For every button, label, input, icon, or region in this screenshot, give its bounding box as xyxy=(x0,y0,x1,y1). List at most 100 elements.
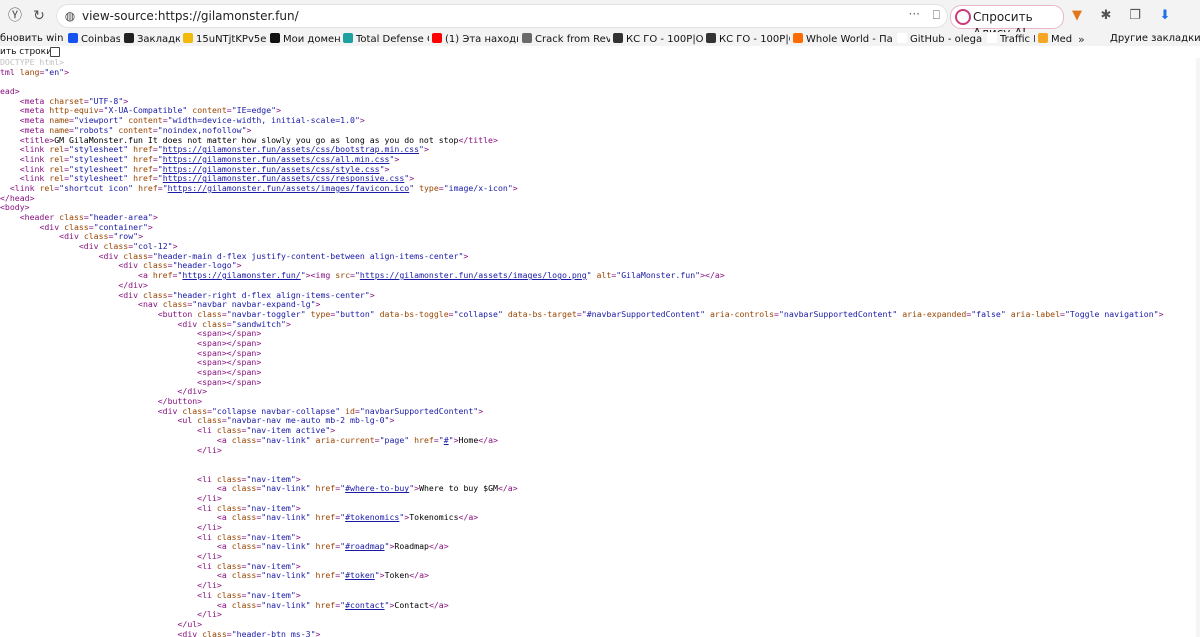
source-token: <header xyxy=(19,212,60,222)
source-token: aria-expanded xyxy=(902,308,967,319)
bookmark-item[interactable]: Traffic Plan xyxy=(987,33,1035,45)
source-link[interactable]: #tokenomics xyxy=(345,512,399,522)
bookmark-item[interactable]: Whole World - Пар xyxy=(793,33,893,45)
bookmark-item[interactable]: Total Defense Onl xyxy=(343,33,429,45)
source-token: class xyxy=(202,318,227,329)
yandex-icon[interactable]: Ⓨ xyxy=(6,7,24,25)
bookmark-icon[interactable]: ⎕ xyxy=(933,8,940,23)
address-bar[interactable]: ◍ view-source:https://gilamonster.fun/ ·… xyxy=(56,4,948,28)
source-token: <span></span> xyxy=(197,328,262,339)
source-token: <li xyxy=(197,473,217,484)
bookmark-item[interactable]: Мои домены xyxy=(270,33,340,45)
source-token: > xyxy=(394,153,400,164)
source-token: <div xyxy=(59,231,84,242)
source-token: </li> xyxy=(197,551,222,562)
source-link[interactable]: https://gilamonster.fun/assets/css/respo… xyxy=(163,173,405,183)
extensions-icon[interactable]: ✱ xyxy=(1097,7,1115,25)
source-token: <a xyxy=(216,434,232,445)
source-token: </a> xyxy=(428,599,449,610)
source-token: "collapse navbar-collapse" xyxy=(212,405,341,416)
source-token: > xyxy=(409,173,415,184)
source-token: "false" xyxy=(971,308,1006,319)
source-token: "navbar navbar-expand-lg" xyxy=(192,299,316,310)
source-token: class xyxy=(231,512,257,523)
source-link[interactable]: #roadmap xyxy=(345,541,384,552)
source-token: class xyxy=(216,502,242,513)
source-link[interactable]: https://gilamonster.fun/assets/css/style… xyxy=(163,164,380,174)
source-token: href xyxy=(138,182,158,193)
source-token: > xyxy=(64,66,70,77)
source-line xyxy=(0,77,1196,87)
bookmarks-more-button[interactable]: » xyxy=(1078,33,1085,46)
bookmark-item[interactable]: Закладки xyxy=(124,33,180,45)
source-token xyxy=(0,522,197,532)
source-link[interactable]: #token xyxy=(345,570,375,581)
source-token xyxy=(0,474,197,484)
ask-alice-button[interactable]: Спросить Алису AI xyxy=(950,5,1064,40)
source-token xyxy=(0,600,217,610)
source-token: "navbar-nav me-auto mb-2 mb-lg-0" xyxy=(226,415,390,426)
bookmarks-bar: » Другие закладки ⌄ бновить window Coinba… xyxy=(0,32,1200,46)
source-token: "nav-link" xyxy=(261,434,311,445)
wrap-lines-checkbox[interactable] xyxy=(50,47,60,57)
source-token xyxy=(0,338,197,348)
source-token: "robots" xyxy=(73,124,114,135)
source-token: "#navbarSupportedContent" xyxy=(581,308,705,319)
source-link[interactable]: https://gilamonster.fun/assets/css/all.m… xyxy=(163,154,390,164)
source-token: </li> xyxy=(197,522,222,532)
source-token: href xyxy=(315,570,336,581)
address-url[interactable]: view-source:https://gilamonster.fun/ xyxy=(82,8,299,24)
alice-icon xyxy=(955,9,971,25)
reload-icon[interactable]: ↻ xyxy=(30,7,48,25)
source-token: href xyxy=(152,270,173,281)
source-line: <div class="row"> xyxy=(0,232,1196,242)
source-token xyxy=(0,425,197,435)
source-token: <span></span> xyxy=(197,357,262,368)
source-token xyxy=(0,299,138,309)
source-token: class xyxy=(103,241,129,252)
source-token: "stylesheet" xyxy=(69,144,129,155)
source-token: <title> xyxy=(19,134,55,145)
bookmark-favicon-icon xyxy=(270,33,280,43)
source-token xyxy=(0,154,20,164)
source-token: <a xyxy=(216,512,232,523)
source-link[interactable]: #where-to-buy xyxy=(345,483,409,493)
bookmark-item[interactable]: (1) Эта находка, а xyxy=(432,33,518,45)
scrollbar[interactable] xyxy=(1196,58,1200,637)
source-link[interactable]: https://gilamonster.fun/assets/images/lo… xyxy=(360,270,587,280)
source-link[interactable]: https://gilamonster.fun/ xyxy=(182,270,300,280)
source-token: </li> xyxy=(197,609,222,620)
metamask-icon[interactable]: ▼ xyxy=(1068,7,1086,25)
source-token: "navbar-toggler" xyxy=(226,308,306,319)
other-bookmarks-button[interactable]: Другие закладки ⌄ xyxy=(1110,33,1200,44)
collections-icon[interactable]: ❐ xyxy=(1126,7,1144,25)
source-token: aria-controls xyxy=(709,308,775,319)
bookmark-item[interactable]: бновить window xyxy=(0,33,64,45)
source-token: class xyxy=(197,308,222,319)
bookmark-item[interactable]: GitHub - olegabr/ xyxy=(897,33,983,45)
bookmark-item[interactable]: КС ГО - 100Р|Оче xyxy=(706,33,790,45)
bookmark-item[interactable]: Medi xyxy=(1038,33,1072,45)
more-dots-icon[interactable]: ··· xyxy=(909,7,920,21)
source-link[interactable]: #contact xyxy=(345,600,384,610)
source-token: content xyxy=(118,124,153,135)
bookmark-item[interactable]: КС ГО - 100Р|Оче xyxy=(613,33,703,45)
download-icon[interactable]: ⬇ xyxy=(1156,7,1174,25)
source-token xyxy=(0,609,197,619)
bookmark-item[interactable]: Coinbase xyxy=(68,33,120,45)
source-token: <span></span> xyxy=(197,347,262,358)
source-token xyxy=(0,357,197,367)
bookmark-favicon-icon xyxy=(706,33,716,43)
bookmark-item[interactable]: Crack from Revers xyxy=(522,33,610,45)
bookmark-label: Total Defense Onl xyxy=(356,34,429,45)
bookmark-favicon-icon xyxy=(613,33,623,43)
source-token xyxy=(0,231,59,241)
source-link[interactable]: https://gilamonster.fun/assets/css/boots… xyxy=(163,144,419,154)
source-token: </head> xyxy=(0,192,35,203)
source-link[interactable]: https://gilamonster.fun/assets/images/fa… xyxy=(168,183,410,193)
bookmark-item[interactable]: 15uNTjtKPv5eyTD xyxy=(183,33,267,45)
source-token: </ul> xyxy=(177,618,203,629)
source-token: > xyxy=(123,95,129,106)
bookmark-label: КС ГО - 100Р|Оче xyxy=(626,34,703,45)
source-token: Home xyxy=(458,434,479,445)
